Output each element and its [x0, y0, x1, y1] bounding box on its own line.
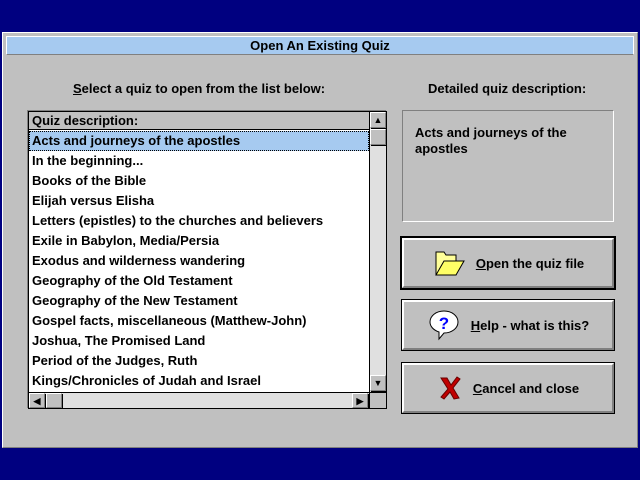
help-label: Help - what is this? — [470, 317, 590, 333]
list-item[interactable]: Geography of the New Testament — [29, 291, 369, 311]
scroll-up-button[interactable]: ▲ — [370, 112, 386, 128]
list-item[interactable]: In the beginning... — [29, 151, 369, 171]
folder-icon — [434, 251, 465, 276]
help-button[interactable]: ? Help - what is this? — [401, 299, 615, 351]
help-bubble-icon: ? — [429, 310, 459, 341]
open-quiz-button[interactable]: Open the quiz file — [400, 236, 616, 290]
scroll-left-button[interactable]: ◀ — [29, 393, 45, 408]
list-item[interactable]: Joshua, The Promised Land — [29, 331, 369, 351]
scroll-down-button[interactable]: ▼ — [370, 375, 386, 391]
description-label: Detailed quiz description: — [428, 81, 587, 96]
list-item[interactable]: Kings/Chronicles of Judah and Israel — [29, 371, 369, 391]
quiz-description-box: Acts and journeys of the apostles — [402, 110, 614, 222]
list-item[interactable]: Elijah versus Elisha — [29, 191, 369, 211]
scroll-right-button[interactable]: ▶ — [352, 393, 368, 408]
list-item[interactable]: Exodus and wilderness wandering — [29, 251, 369, 271]
cancel-label: Cancel and close — [472, 380, 580, 396]
list-item[interactable]: Books of the Bible — [29, 171, 369, 191]
quiz-list[interactable]: Quiz description: Acts and journeys of t… — [28, 111, 387, 409]
cancel-button[interactable]: Cancel and close — [401, 362, 615, 414]
scroll-corner — [369, 392, 386, 408]
horizontal-scrollbar[interactable]: ◀ ▶ — [29, 392, 369, 408]
scroll-thumb[interactable] — [370, 129, 386, 145]
dialog-title: Open An Existing Quiz — [6, 36, 634, 55]
red-x-icon — [439, 376, 461, 400]
list-item[interactable]: Letters (epistles) to the churches and b… — [29, 211, 369, 231]
list-item[interactable]: Geography of the Old Testament — [29, 271, 369, 291]
list-item[interactable]: Period of the Judges, Ruth — [29, 351, 369, 371]
svg-text:?: ? — [439, 314, 449, 333]
list-header: Quiz description: — [29, 112, 369, 130]
open-quiz-dialog: Open An Existing Quiz Select a quiz to o… — [2, 32, 638, 448]
list-item[interactable]: Acts and journeys of the apostles — [29, 131, 369, 151]
hscroll-thumb[interactable] — [46, 393, 62, 408]
vertical-scrollbar[interactable]: ▲ ▼ — [369, 112, 386, 392]
list-item[interactable]: Gospel facts, miscellaneous (Matthew-Joh… — [29, 311, 369, 331]
list-label: Select a quiz to open from the list belo… — [73, 81, 326, 96]
open-label: Open the quiz file — [475, 255, 585, 271]
list-item[interactable]: Exile in Babylon, Media/Persia — [29, 231, 369, 251]
